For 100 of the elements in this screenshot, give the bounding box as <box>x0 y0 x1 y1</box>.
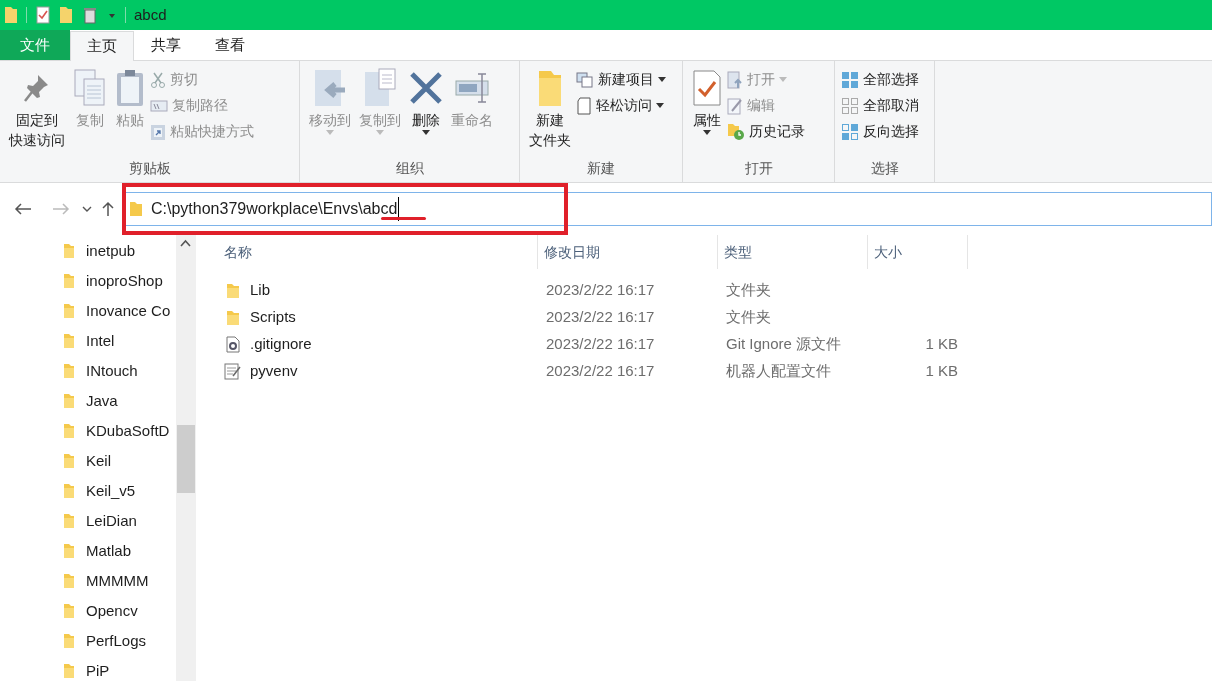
group-label: 新建 <box>587 159 615 178</box>
scroll-up-icon[interactable] <box>180 239 191 247</box>
file-size: 1 KB <box>925 362 958 380</box>
file-name: Lib <box>250 280 271 301</box>
file-size: 1 KB <box>925 335 958 353</box>
caret-icon <box>656 103 664 108</box>
gear-file-icon <box>226 336 240 353</box>
recycle-bin-icon[interactable] <box>81 6 99 24</box>
ribbon-button[interactable]: 属性 <box>689 66 725 135</box>
caret-icon <box>779 77 787 82</box>
file-row[interactable]: .gitignore 2023/2/22 16:17 Git Ignore 源文件 1 KB <box>218 331 1212 358</box>
path-icon <box>150 99 168 112</box>
column-header[interactable]: 大小 <box>868 235 968 269</box>
file-row[interactable]: Lib 2023/2/22 16:17 文件夹 <box>218 277 1212 304</box>
rename-icon <box>454 70 490 106</box>
scissors-icon <box>150 71 166 88</box>
folder-icon <box>536 68 564 108</box>
folder-icon <box>63 243 75 259</box>
ribbon-button[interactable]: 历史记录 <box>727 120 805 143</box>
navigation-item[interactable]: Keil_v5 <box>0 476 176 506</box>
navigation-item[interactable]: MMMMM <box>0 566 176 596</box>
folder-icon <box>63 483 75 499</box>
copy-icon <box>73 68 107 108</box>
move-to-icon <box>313 68 347 108</box>
file-name: .gitignore <box>250 334 312 355</box>
column-header[interactable]: 名称 <box>218 235 538 269</box>
folder-icon <box>63 603 75 619</box>
folder-icon <box>63 423 75 439</box>
chevron-down-icon[interactable] <box>82 205 92 213</box>
up-arrow-icon[interactable] <box>102 201 114 217</box>
navigation-item[interactable]: Java <box>0 386 176 416</box>
modified-date: 2023/2/22 16:17 <box>546 335 655 353</box>
shortcut-icon <box>150 122 166 141</box>
invert-selection-icon <box>841 122 859 141</box>
caret-icon[interactable] <box>107 11 117 19</box>
folder-icon <box>63 303 75 319</box>
caret-icon <box>326 130 334 135</box>
caret-icon <box>703 130 711 135</box>
folder-icon <box>226 282 240 299</box>
folder-icon <box>63 393 75 409</box>
navigation-item[interactable]: Keil <box>0 446 176 476</box>
group-label: 选择 <box>870 159 899 178</box>
ribbon-button[interactable]: 新建 文件夹 <box>526 66 574 150</box>
folder-icon <box>129 201 143 217</box>
navigation-item[interactable]: Intel <box>0 326 176 356</box>
open-icon <box>727 70 743 89</box>
folder-icon <box>63 333 75 349</box>
copy-to-icon <box>363 68 397 108</box>
group-label: 打开 <box>744 159 773 178</box>
back-arrow-icon[interactable] <box>14 202 32 216</box>
ribbon-button[interactable]: 轻松访问 <box>576 94 666 117</box>
navigation-item[interactable]: INtouch <box>0 356 176 386</box>
select-none-icon <box>841 96 859 115</box>
file-row[interactable]: Scripts 2023/2/22 16:17 文件夹 <box>218 304 1212 331</box>
navigation-item[interactable]: KDubaSoftD <box>0 416 176 446</box>
caret-icon <box>422 130 430 135</box>
modified-date: 2023/2/22 16:17 <box>546 281 655 299</box>
select-all-icon <box>841 70 859 89</box>
clipboard-icon <box>115 68 145 108</box>
ribbon-button[interactable]: 全部取消 <box>841 94 919 117</box>
history-icon <box>727 122 745 141</box>
caret-icon <box>376 130 384 135</box>
navigation-item[interactable]: Opencv <box>0 596 176 626</box>
scrollbar-thumb[interactable] <box>177 425 195 493</box>
navigation-item[interactable]: inetpub <box>0 236 176 266</box>
navigation-item[interactable]: Matlab <box>0 536 176 566</box>
column-header[interactable]: 修改日期 <box>538 235 718 269</box>
column-header[interactable]: 类型 <box>718 235 868 269</box>
folder-icon <box>63 633 75 649</box>
folder-icon <box>63 663 75 679</box>
new-item-icon <box>576 71 594 88</box>
ribbon-button[interactable]: 新建项目 <box>576 68 666 91</box>
ribbon-button[interactable]: 全部选择 <box>841 68 919 91</box>
file-row[interactable]: pyvenv 2023/2/22 16:17 机器人配置文件 1 KB <box>218 358 1212 385</box>
navigation-item[interactable]: Inovance Co <box>0 296 176 326</box>
modified-date: 2023/2/22 16:17 <box>546 362 655 380</box>
scrollbar[interactable] <box>176 235 196 681</box>
edit-icon <box>727 96 743 115</box>
file-type: 机器人配置文件 <box>726 362 831 380</box>
ribbon-button[interactable]: 反向选择 <box>841 120 919 143</box>
file-type: 文件夹 <box>726 281 771 299</box>
ribbon-tab[interactable]: 主页 <box>70 31 134 61</box>
folder-icon <box>63 543 75 559</box>
file-type: 文件夹 <box>726 308 771 326</box>
delete-x-icon <box>409 71 443 105</box>
file-name: pyvenv <box>250 361 298 382</box>
checkmark-document-icon[interactable] <box>35 6 51 24</box>
navigation-item[interactable]: inoproShop <box>0 266 176 296</box>
file-name: Scripts <box>250 307 296 328</box>
folder-icon <box>63 513 75 529</box>
navigation-item[interactable]: PerfLogs <box>0 626 176 656</box>
ribbon-button[interactable]: 删除 <box>406 66 446 135</box>
navigation-item[interactable]: LeiDian <box>0 506 176 536</box>
file-type: Git Ignore 源文件 <box>726 335 842 353</box>
navigation-item[interactable]: PiP <box>0 656 176 681</box>
folder-icon <box>63 453 75 469</box>
folder-icon <box>226 309 240 326</box>
group-label: 剪贴板 <box>128 159 171 178</box>
folder-icon <box>63 573 75 589</box>
ribbon-button[interactable]: 固定到 快速访问 <box>6 66 68 150</box>
